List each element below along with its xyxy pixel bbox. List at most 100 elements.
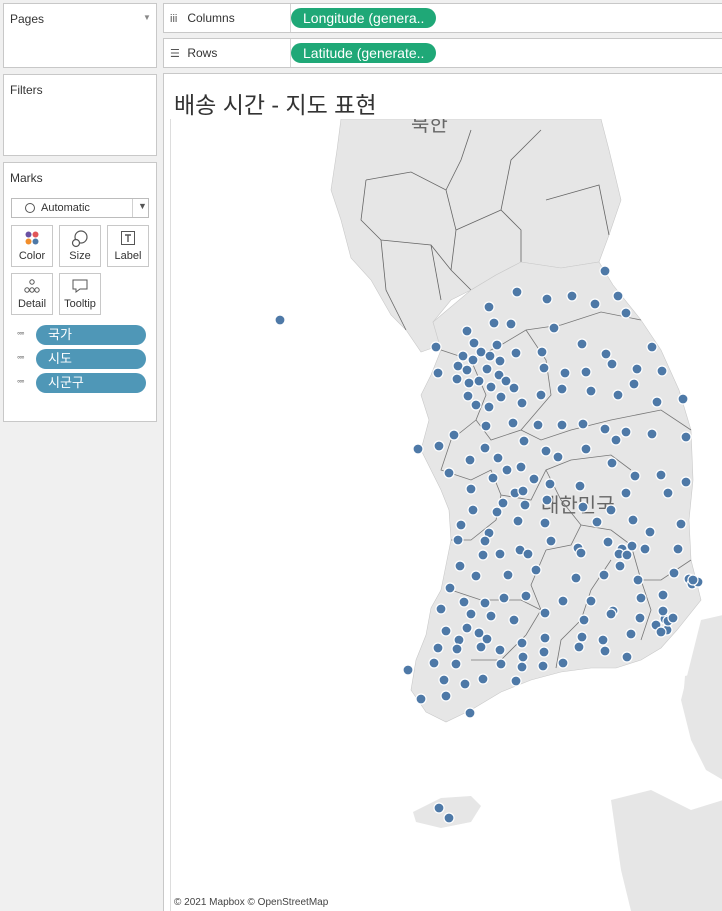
map-point[interactable] <box>497 497 509 509</box>
map-point[interactable] <box>519 499 531 511</box>
map-point[interactable] <box>512 515 524 527</box>
map-point[interactable] <box>485 610 497 622</box>
map-point[interactable] <box>470 399 482 411</box>
map-point[interactable] <box>557 657 569 669</box>
map-point[interactable] <box>495 658 507 670</box>
map-point[interactable] <box>498 592 510 604</box>
map-point[interactable] <box>655 469 667 481</box>
chevron-down-icon[interactable]: ▼ <box>138 201 147 211</box>
latitude-pill[interactable]: Latitude (generate.. <box>291 43 437 63</box>
map-point[interactable] <box>589 298 601 310</box>
map-point[interactable] <box>507 417 519 429</box>
map-point[interactable] <box>657 589 669 601</box>
map-point[interactable] <box>518 435 530 447</box>
label-button[interactable]: Label <box>107 225 149 267</box>
map-point[interactable] <box>465 608 477 620</box>
map-point[interactable] <box>668 567 680 579</box>
map-point[interactable] <box>662 487 674 499</box>
map-point[interactable] <box>557 595 569 607</box>
map-point[interactable] <box>522 548 534 560</box>
map-point[interactable] <box>680 431 692 443</box>
map-point[interactable] <box>508 614 520 626</box>
map-point[interactable] <box>467 504 479 516</box>
rows-shelf[interactable]: ☰ Rows Latitude (generate.. <box>163 38 722 68</box>
map-point[interactable] <box>528 473 540 485</box>
map-point[interactable] <box>580 443 592 455</box>
map-point[interactable] <box>627 514 639 526</box>
map-point[interactable] <box>626 540 638 552</box>
map-point[interactable] <box>539 632 551 644</box>
map-point[interactable] <box>502 569 514 581</box>
map-point[interactable] <box>438 674 450 686</box>
map-point[interactable] <box>612 389 624 401</box>
map-point[interactable] <box>484 350 496 362</box>
map-point[interactable] <box>575 547 587 559</box>
map-point[interactable] <box>656 365 668 377</box>
map-point[interactable] <box>535 389 547 401</box>
map-point[interactable] <box>459 678 471 690</box>
map-point[interactable] <box>635 592 647 604</box>
map-point[interactable] <box>599 423 611 435</box>
columns-shelf[interactable]: iii Columns Longitude (genera.. <box>163 3 722 33</box>
map-point[interactable] <box>606 457 618 469</box>
map-point[interactable] <box>468 337 480 349</box>
map-point[interactable] <box>605 504 617 516</box>
map-point[interactable] <box>570 572 582 584</box>
map-point[interactable] <box>545 535 557 547</box>
map-point[interactable] <box>464 707 476 719</box>
map-point[interactable] <box>556 419 568 431</box>
map-point[interactable] <box>672 543 684 555</box>
map-point[interactable] <box>461 325 473 337</box>
map-point[interactable] <box>491 339 503 351</box>
map-point[interactable] <box>634 612 646 624</box>
map-point[interactable] <box>667 612 679 624</box>
map-point[interactable] <box>481 363 493 375</box>
map-point[interactable] <box>639 543 651 555</box>
map-point[interactable] <box>483 301 495 313</box>
map-point[interactable] <box>450 658 462 670</box>
map-point[interactable] <box>443 467 455 479</box>
map-point[interactable] <box>541 293 553 305</box>
map-point[interactable] <box>605 608 617 620</box>
map-point[interactable] <box>440 690 452 702</box>
tooltip-button[interactable]: Tooltip <box>59 273 101 315</box>
map-point[interactable] <box>470 570 482 582</box>
map-point[interactable] <box>651 396 663 408</box>
map-point[interactable] <box>463 377 475 389</box>
map-point[interactable] <box>492 452 504 464</box>
map-point[interactable] <box>505 318 517 330</box>
map-point[interactable] <box>621 549 633 561</box>
map-point[interactable] <box>508 382 520 394</box>
map-point[interactable] <box>465 483 477 495</box>
longitude-pill[interactable]: Longitude (genera.. <box>291 8 437 28</box>
map-point[interactable] <box>599 645 611 657</box>
pages-menu-caret[interactable]: ▼ <box>143 13 151 22</box>
map-point[interactable] <box>435 603 447 615</box>
map-point[interactable] <box>480 420 492 432</box>
map-point[interactable] <box>448 429 460 441</box>
map-point[interactable] <box>415 693 427 705</box>
map-point[interactable] <box>430 341 442 353</box>
map-point[interactable] <box>494 548 506 560</box>
map-point[interactable] <box>461 364 473 376</box>
map-point[interactable] <box>598 569 610 581</box>
map-point[interactable] <box>479 442 491 454</box>
map-point[interactable] <box>461 622 473 634</box>
map-point[interactable] <box>620 487 632 499</box>
map-point[interactable] <box>494 355 506 367</box>
map-point[interactable] <box>574 480 586 492</box>
map-point[interactable] <box>620 426 632 438</box>
map-point[interactable] <box>620 307 632 319</box>
map-point[interactable] <box>510 347 522 359</box>
map-point[interactable] <box>412 443 424 455</box>
map-point[interactable] <box>520 590 532 602</box>
map-point[interactable] <box>485 381 497 393</box>
map-view[interactable]: 북한 대한민국 <box>170 119 722 911</box>
map-point[interactable] <box>477 549 489 561</box>
map-point[interactable] <box>444 582 456 594</box>
map-point[interactable] <box>625 628 637 640</box>
map-point[interactable] <box>538 362 550 374</box>
map-point[interactable] <box>516 661 528 673</box>
size-button[interactable]: Size <box>59 225 101 267</box>
map-point[interactable] <box>631 363 643 375</box>
